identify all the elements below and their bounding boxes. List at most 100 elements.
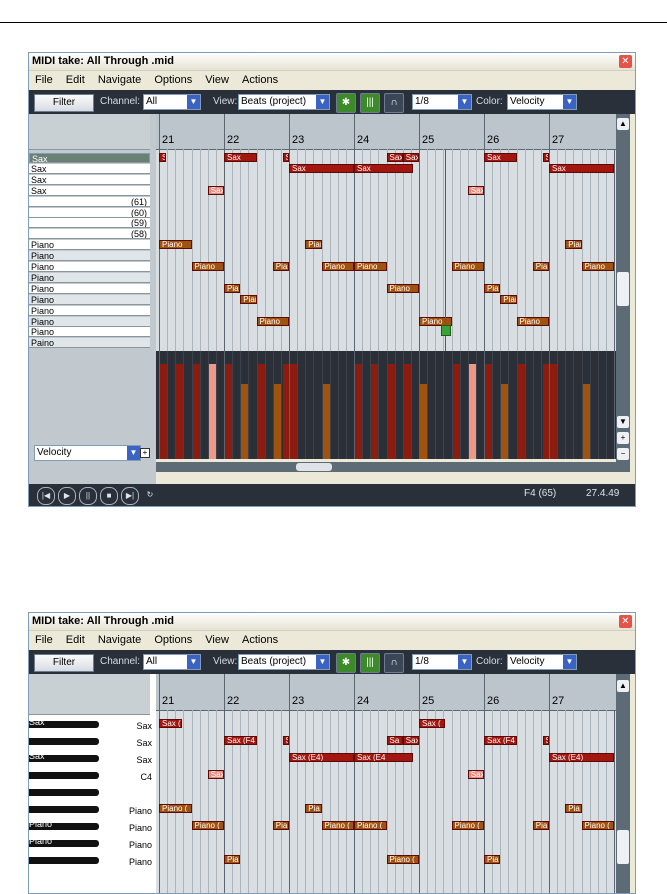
midi-note[interactable]: Sax (D4) [467,770,484,779]
row-label[interactable]: Sax [29,174,150,185]
row-label[interactable]: Sax [29,153,150,163]
chevron-down-icon[interactable]: ▼ [316,655,329,669]
timeline-ruler[interactable]: 21 22 23 24 25 26 27 [156,114,616,150]
velocity-bar[interactable] [549,364,557,459]
midi-note[interactable]: Pia [484,855,501,864]
row-label[interactable]: Sax [29,163,150,174]
midi-note[interactable]: Sax [159,153,166,162]
grid-lines-icon[interactable]: ||| [360,653,380,673]
midi-note[interactable]: Piano [305,240,322,250]
row-label[interactable]: Piano [29,240,150,251]
menu-navigate[interactable]: Navigate [98,74,141,86]
rewind-icon[interactable]: |◀ [37,487,55,505]
black-key[interactable] [29,772,99,779]
menu-edit[interactable]: Edit [66,634,85,646]
midi-note[interactable]: Sax ( [159,719,182,728]
velocity-bar[interactable] [354,364,362,459]
velocity-bar[interactable] [370,364,379,459]
midi-note[interactable]: Piano ( [191,821,224,830]
menu-file[interactable]: File [35,74,53,86]
midi-note[interactable]: Piano [224,283,241,293]
midi-note[interactable]: Sax [354,163,413,173]
close-icon[interactable]: ✕ [619,55,632,68]
row-label[interactable]: Piano [29,294,150,305]
magnet-icon[interactable]: ∩ [384,653,404,673]
midi-note[interactable]: Piano ( [159,804,192,813]
row-label[interactable]: Piano [29,316,150,327]
black-key[interactable] [29,857,99,864]
channel-select[interactable]: All ▼ [143,94,201,110]
lane-select[interactable]: Velocity ▼ [34,445,141,461]
midi-note[interactable]: S [282,736,289,745]
view-select[interactable]: Beats (project) ▼ [238,654,330,670]
midi-note[interactable]: Piano [386,283,419,293]
zoom-in-icon[interactable]: + [617,432,629,444]
midi-note[interactable]: Sax [484,153,517,162]
piano-keyboard[interactable]: Sax Sax Sax C4 Piano Piano Piano Piano Sax Sax Pia… [29,674,156,893]
row-label[interactable]: Sax [29,185,150,196]
midi-note[interactable]: Piano [240,294,257,304]
midi-note[interactable]: Piano [272,262,289,271]
velocity-bar[interactable] [451,364,460,459]
pause-icon[interactable]: || [79,487,97,505]
loop-icon[interactable]: ↻ [142,487,158,503]
velocity-bar[interactable] [240,384,249,459]
midi-note[interactable]: Sax [549,163,614,173]
scroll-up-icon[interactable]: ▲ [617,680,629,692]
velocity-bar[interactable] [516,364,525,459]
color-select[interactable]: Velocity ▼ [507,654,577,670]
vertical-scrollbar[interactable]: ▲ ▼ + − [616,114,630,472]
black-key[interactable] [29,738,99,745]
timeline-ruler[interactable]: 21 22 23 24 25 26 27 [156,674,616,711]
midi-note[interactable]: S [542,153,549,162]
midi-note[interactable]: Piano [500,294,517,304]
velocity-bar[interactable] [321,384,330,459]
snap-icon[interactable]: ✱ [336,93,356,113]
velocity-bar[interactable] [581,384,590,459]
midi-note[interactable]: Piano [516,316,549,326]
midi-note[interactable]: Piano ( [321,821,354,830]
velocity-bar[interactable] [224,364,232,459]
menu-actions[interactable]: Actions [242,74,278,86]
velocity-bar[interactable] [402,364,411,459]
menu-view[interactable]: View [205,74,229,86]
row-label[interactable]: Piano [29,272,150,283]
scroll-thumb[interactable] [617,830,629,864]
row-label[interactable]: (61) [29,196,150,207]
midi-note[interactable]: S [542,736,549,745]
play-icon[interactable]: ▶ [58,487,76,505]
midi-note[interactable]: Piano [451,262,484,271]
midi-note[interactable]: Pia [272,821,289,830]
menu-actions[interactable]: Actions [242,634,278,646]
midi-note[interactable]: Pia [305,804,322,813]
menu-edit[interactable]: Edit [66,74,85,86]
midi-note[interactable]: Sax [402,736,419,745]
midi-note[interactable]: Piano ( [354,821,387,830]
velocity-bar[interactable] [272,384,281,459]
midi-note[interactable]: Piano [321,262,354,271]
stop-icon[interactable]: ■ [100,487,118,505]
chevron-down-icon[interactable]: ▼ [127,446,140,460]
row-label[interactable]: Piano [29,305,150,316]
row-label[interactable]: (60) [29,207,150,218]
black-key[interactable] [29,789,99,796]
chevron-down-icon[interactable]: ▼ [187,95,200,109]
midi-note[interactable]: Piano ( [386,855,419,864]
snap-icon[interactable]: ✱ [336,653,356,673]
grid-lines-icon[interactable]: ||| [360,93,380,113]
velocity-bar[interactable] [500,384,509,459]
row-label[interactable]: (58) [29,229,150,240]
magnet-icon[interactable]: ∩ [384,93,404,113]
midi-note[interactable]: Piano [354,262,387,271]
midi-note[interactable]: Sax (E4) [549,753,614,762]
view-select[interactable]: Beats (project) ▼ [238,94,330,110]
row-label[interactable]: Piano [29,262,150,272]
midi-note[interactable]: Piano [256,316,289,326]
horizontal-scrollbar[interactable] [156,462,616,472]
midi-note[interactable]: Sax [207,185,224,195]
menu-navigate[interactable]: Navigate [98,634,141,646]
row-label[interactable]: Piano [29,251,150,262]
velocity-lane[interactable] [156,351,616,459]
vertical-scrollbar[interactable]: ▲ [616,674,630,893]
velocity-bar[interactable] [419,384,427,459]
